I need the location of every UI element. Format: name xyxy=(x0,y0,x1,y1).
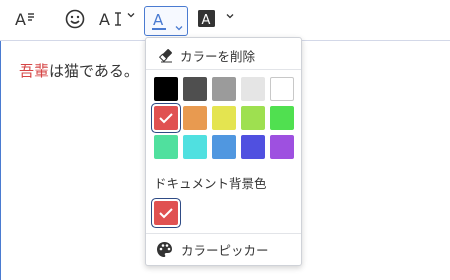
text-size-icon: A xyxy=(98,8,124,34)
color-swatch[interactable] xyxy=(154,77,178,101)
highlight-color-button[interactable]: A xyxy=(197,6,221,36)
color-swatch-selected[interactable] xyxy=(154,106,178,130)
color-swatch[interactable] xyxy=(241,135,265,159)
checkmark-icon xyxy=(159,113,173,124)
emoji-icon xyxy=(64,8,86,34)
font-color-icon: A xyxy=(151,10,169,36)
plain-text-span: は猫である。 xyxy=(49,62,139,80)
menu-separator xyxy=(146,69,301,70)
color-swatch[interactable] xyxy=(183,135,207,159)
color-picker-label: カラーピッカー xyxy=(181,242,269,258)
palette-icon xyxy=(156,241,173,258)
document-bg-label: ドキュメント背景色 xyxy=(154,176,267,191)
font-color-chevron-down-icon xyxy=(175,17,183,36)
remove-color-item[interactable]: カラーを削除 xyxy=(146,42,301,68)
font-style-icon: A xyxy=(14,8,36,34)
color-picker-item[interactable]: カラーピッカー xyxy=(146,236,301,262)
text-size-button[interactable]: A xyxy=(98,6,126,36)
remove-color-label: カラーを削除 xyxy=(180,48,256,64)
highlight-color-chevron-down-icon[interactable] xyxy=(226,12,234,20)
red-text-span: 吾輩 xyxy=(19,62,50,80)
highlight-color-icon: A xyxy=(197,9,217,33)
color-swatch[interactable] xyxy=(270,135,294,159)
color-swatch[interactable] xyxy=(183,77,207,101)
color-swatch[interactable] xyxy=(212,106,236,130)
text-size-chevron-down-icon[interactable] xyxy=(127,11,135,19)
checkmark-icon xyxy=(159,208,173,219)
emoji-button[interactable] xyxy=(64,6,90,36)
font-style-button[interactable]: A xyxy=(14,6,42,36)
color-swatch[interactable] xyxy=(270,77,294,101)
color-dropdown-menu: カラーを削除 ドキュメント背景色 カラーピッカー xyxy=(145,37,302,266)
document-bg-swatch[interactable] xyxy=(154,201,178,225)
svg-text:A: A xyxy=(99,10,110,29)
formatting-toolbar: A A A A xyxy=(0,0,450,40)
svg-text:A: A xyxy=(15,10,26,29)
color-swatch[interactable] xyxy=(270,106,294,130)
color-swatch[interactable] xyxy=(183,106,207,130)
color-swatch[interactable] xyxy=(212,135,236,159)
font-color-letter: A xyxy=(153,11,164,29)
color-swatch[interactable] xyxy=(154,135,178,159)
eraser-icon xyxy=(158,47,174,63)
highlight-color-letter: A xyxy=(202,13,211,28)
color-swatch[interactable] xyxy=(241,77,265,101)
menu-separator xyxy=(146,233,301,234)
editor-content[interactable]: 吾輩は猫である。 xyxy=(19,60,139,81)
color-swatch[interactable] xyxy=(241,106,265,130)
color-swatch[interactable] xyxy=(212,77,236,101)
font-color-button[interactable]: A xyxy=(144,6,188,36)
